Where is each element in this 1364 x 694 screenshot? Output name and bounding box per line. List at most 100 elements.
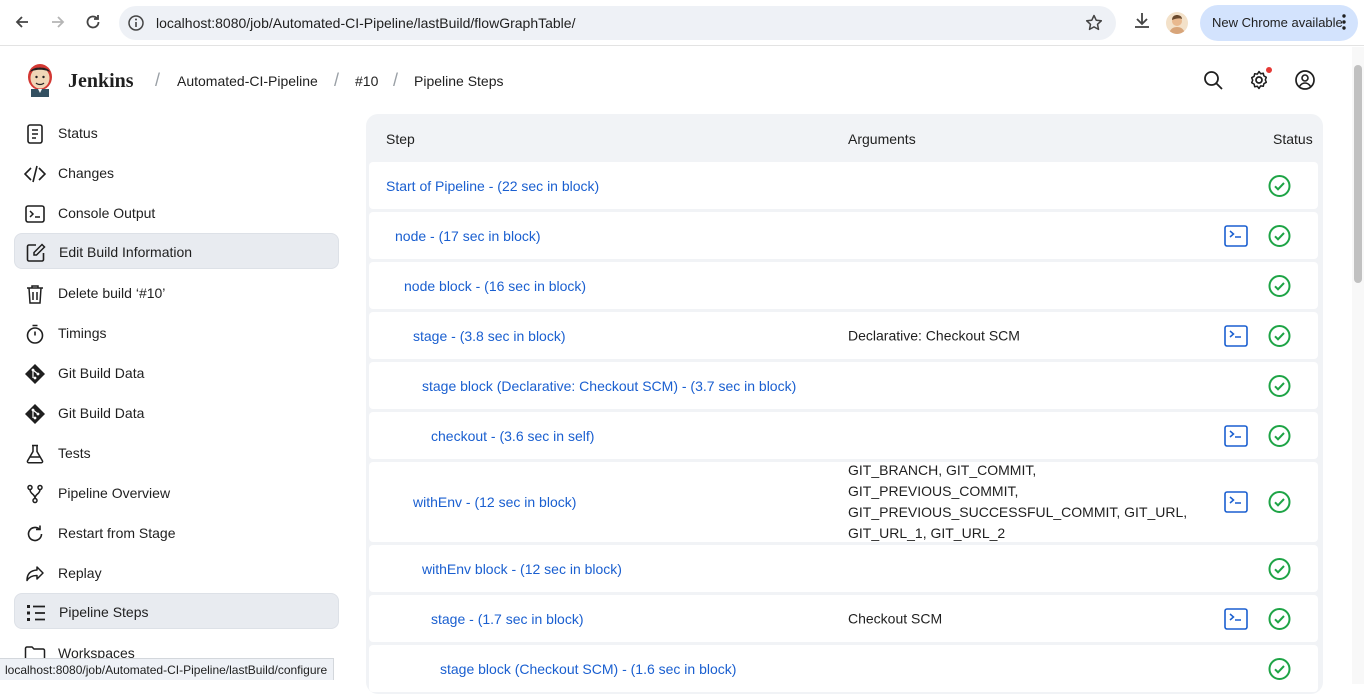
table-row: stage block (Checkout SCM) - (1.6 sec in… xyxy=(369,645,1318,692)
success-check-icon xyxy=(1268,657,1291,680)
sidebar-item-label: Status xyxy=(58,125,98,141)
sidebar-item-replay[interactable]: Replay xyxy=(14,555,339,591)
column-header-arguments: Arguments xyxy=(848,131,916,147)
jenkins-logo-icon[interactable] xyxy=(24,62,56,98)
step-arguments: Declarative: Checkout SCM xyxy=(848,327,1020,343)
success-check-icon xyxy=(1268,174,1291,197)
step-link[interactable]: withEnv block - (12 sec in block) xyxy=(422,561,622,577)
sidebar-item-pipeline-overview[interactable]: Pipeline Overview xyxy=(14,475,339,511)
terminal-icon xyxy=(24,203,46,225)
jenkins-header: Jenkins / Automated-CI-Pipeline / #10 / … xyxy=(0,47,1352,113)
breadcrumb-separator: / xyxy=(155,70,161,90)
sidebar-item-label: Edit Build Information xyxy=(59,244,193,260)
console-output-icon[interactable] xyxy=(1224,607,1248,630)
browser-toolbar: localhost:8080/job/Automated-CI-Pipeline… xyxy=(0,0,1364,46)
pipeline-steps-table: Step Arguments Status Start of Pipeline … xyxy=(366,114,1323,694)
sidebar-item-git-build-data[interactable]: Git Build Data xyxy=(14,395,339,431)
step-link[interactable]: stage block (Declarative: Checkout SCM) … xyxy=(422,378,796,394)
restart-icon xyxy=(24,523,46,545)
sidebar-item-label: Delete build ‘#10’ xyxy=(58,285,166,301)
sidebar-item-restart-from-stage[interactable]: Restart from Stage xyxy=(14,515,339,551)
console-output-icon[interactable] xyxy=(1224,324,1248,347)
success-check-icon xyxy=(1268,607,1291,630)
sidebar-item-status[interactable]: Status xyxy=(14,115,339,151)
sidebar-item-label: Git Build Data xyxy=(58,365,145,381)
steps-icon xyxy=(25,602,47,624)
breadcrumb-job[interactable]: Automated-CI-Pipeline xyxy=(177,73,318,89)
branch-icon xyxy=(24,483,46,505)
breadcrumb-separator: / xyxy=(334,70,340,90)
breadcrumb-separator: / xyxy=(393,70,399,90)
trash-icon xyxy=(24,283,46,305)
replay-icon xyxy=(24,563,46,585)
table-row: stage - (3.8 sec in block) Declarative: … xyxy=(369,312,1318,359)
table-row: Start of Pipeline - (22 sec in block) xyxy=(369,162,1318,209)
table-row: stage - (1.7 sec in block) Checkout SCM xyxy=(369,595,1318,642)
reload-icon[interactable] xyxy=(81,10,105,34)
page-scrollbar[interactable] xyxy=(1352,47,1364,684)
sidebar-item-label: Pipeline Steps xyxy=(59,604,149,620)
step-link[interactable]: node - (17 sec in block) xyxy=(395,228,541,244)
success-check-icon xyxy=(1268,224,1291,247)
success-check-icon xyxy=(1268,324,1291,347)
success-check-icon xyxy=(1268,374,1291,397)
address-bar[interactable]: localhost:8080/job/Automated-CI-Pipeline… xyxy=(119,6,1116,40)
bookmark-star-icon[interactable] xyxy=(1084,13,1104,38)
new-chrome-available-button[interactable]: New Chrome available xyxy=(1200,5,1358,41)
column-header-step: Step xyxy=(386,131,415,147)
column-header-status: Status xyxy=(1273,131,1313,147)
link-hover-status: localhost:8080/job/Automated-CI-Pipeline… xyxy=(0,658,335,680)
stopwatch-icon xyxy=(24,323,46,345)
step-link[interactable]: stage block (Checkout SCM) - (1.6 sec in… xyxy=(440,661,736,677)
breadcrumb-current-page[interactable]: Pipeline Steps xyxy=(414,73,504,89)
table-row: stage block (Declarative: Checkout SCM) … xyxy=(369,362,1318,409)
downloads-icon[interactable] xyxy=(1131,10,1153,37)
sidebar-item-edit-build-information[interactable]: Edit Build Information xyxy=(14,233,339,269)
step-link[interactable]: stage - (1.7 sec in block) xyxy=(431,611,584,627)
step-link[interactable]: Start of Pipeline - (22 sec in block) xyxy=(386,178,599,194)
url-text[interactable]: localhost:8080/job/Automated-CI-Pipeline… xyxy=(156,15,575,31)
step-link[interactable]: stage - (3.8 sec in block) xyxy=(413,328,566,344)
sidebar-item-label: Replay xyxy=(58,565,102,581)
forward-icon[interactable] xyxy=(46,10,70,34)
sidebar-item-label: Tests xyxy=(58,445,91,461)
step-link[interactable]: withEnv - (12 sec in block) xyxy=(413,494,576,510)
sidebar-item-timings[interactable]: Timings xyxy=(14,315,339,351)
table-row: withEnv block - (12 sec in block) xyxy=(369,545,1318,592)
update-label: New Chrome available xyxy=(1212,15,1343,30)
site-info-icon[interactable] xyxy=(127,14,145,37)
sidebar-item-pipeline-steps[interactable]: Pipeline Steps xyxy=(14,593,339,629)
table-row: withEnv - (12 sec in block) GIT_BRANCH, … xyxy=(369,462,1318,542)
sidebar-item-label: Changes xyxy=(58,165,115,181)
success-check-icon xyxy=(1268,274,1291,297)
step-arguments: GIT_BRANCH, GIT_COMMIT, GIT_PREVIOUS_COM… xyxy=(848,462,1188,541)
git-icon xyxy=(24,363,46,385)
user-account-icon[interactable] xyxy=(1294,69,1316,91)
sidebar-item-changes[interactable]: Changes xyxy=(14,155,339,191)
sidebar-item-git-build-data[interactable]: Git Build Data xyxy=(14,355,339,391)
sidebar-item-label: Pipeline Overview xyxy=(58,485,171,501)
console-output-icon[interactable] xyxy=(1224,424,1248,447)
sidebar-item-console-output[interactable]: Console Output xyxy=(14,195,339,231)
git-icon xyxy=(24,403,46,425)
success-check-icon xyxy=(1268,491,1291,514)
sidebar-item-delete-build[interactable]: Delete build ‘#10’ xyxy=(14,275,339,311)
notification-dot xyxy=(1266,67,1272,73)
console-output-icon[interactable] xyxy=(1224,491,1248,513)
breadcrumb-build[interactable]: #10 xyxy=(355,73,378,89)
app-title[interactable]: Jenkins xyxy=(68,70,134,93)
more-menu-icon[interactable] xyxy=(1342,14,1346,33)
step-arguments: Checkout SCM xyxy=(848,610,943,626)
scrollbar-thumb[interactable] xyxy=(1354,65,1362,283)
sidebar-item-tests[interactable]: Tests xyxy=(14,435,339,471)
profile-avatar[interactable] xyxy=(1166,12,1188,34)
table-row: checkout - (3.6 sec in self) xyxy=(369,412,1318,459)
sidebar-item-label: Timings xyxy=(58,325,107,341)
search-icon[interactable] xyxy=(1202,69,1224,91)
back-icon[interactable] xyxy=(10,10,34,34)
document-icon xyxy=(24,123,46,145)
sidebar: Status Changes Console Output Edit Build… xyxy=(14,113,340,684)
step-link[interactable]: checkout - (3.6 sec in self) xyxy=(431,428,594,444)
console-output-icon[interactable] xyxy=(1224,224,1248,247)
step-link[interactable]: node block - (16 sec in block) xyxy=(404,278,586,294)
